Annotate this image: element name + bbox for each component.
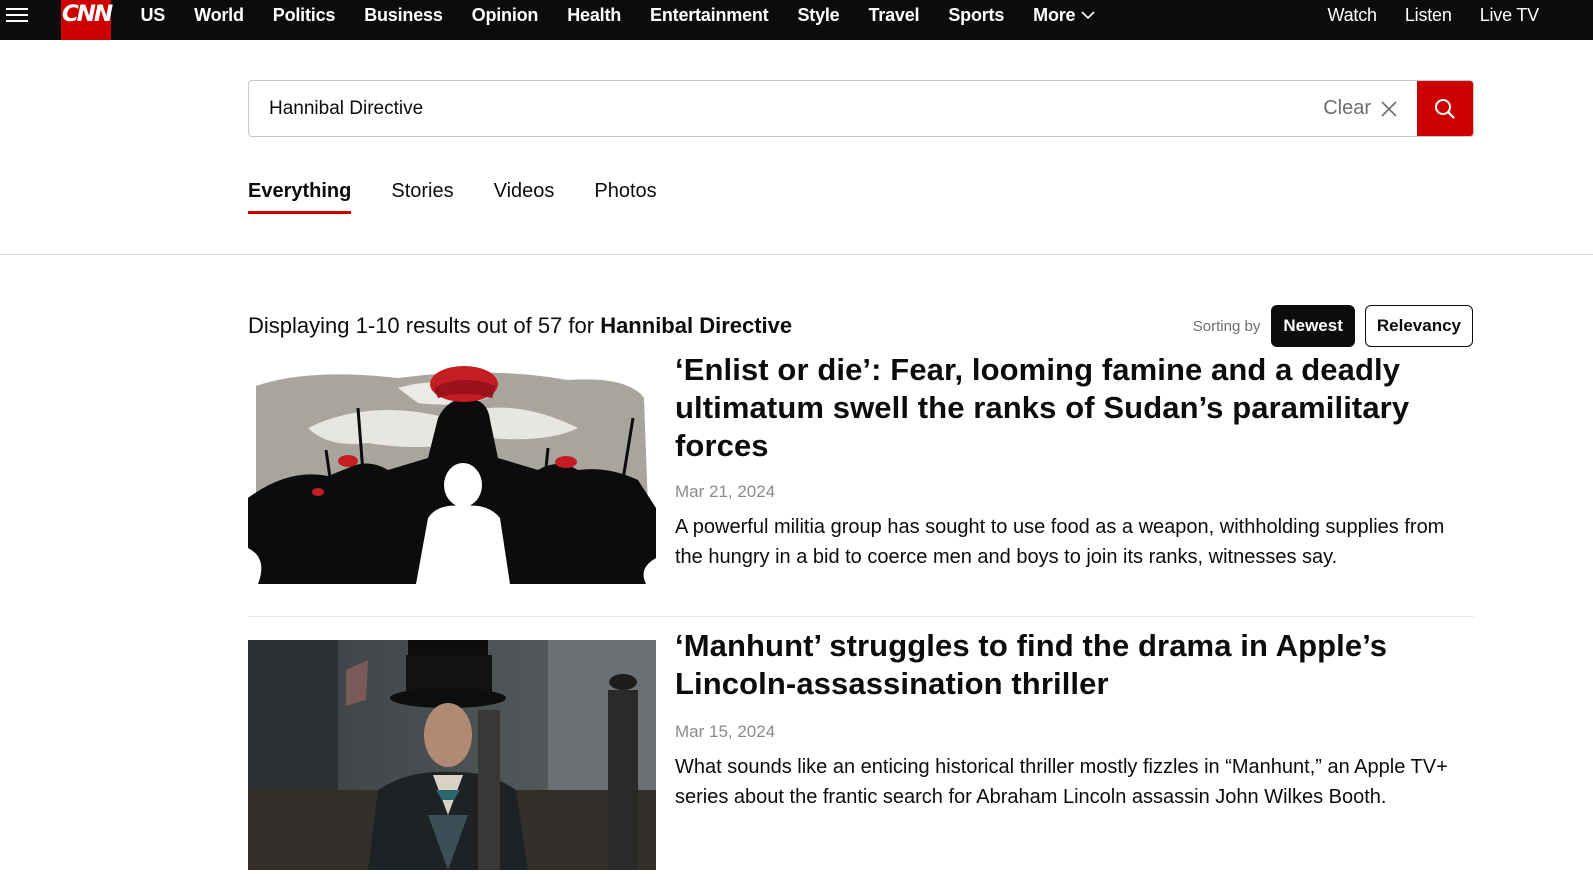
nav-link-sports[interactable]: Sports (934, 5, 1019, 26)
article-description: A powerful militia group has sought to u… (675, 516, 1445, 568)
nav-link-business[interactable]: Business (350, 5, 457, 26)
nav-right: Watch Listen Live TV (1313, 0, 1553, 30)
search-bar: Clear (248, 80, 1474, 137)
search-tabs: Everything Stories Videos Photos (248, 180, 697, 214)
sort-label: Sorting by (1192, 317, 1261, 335)
nav-link-listen[interactable]: Listen (1391, 5, 1466, 26)
manhunt-still (248, 640, 656, 870)
article-date: Mar 15, 2024 (675, 722, 776, 741)
militia-illustration (248, 358, 656, 584)
nav-link-style[interactable]: Style (783, 5, 854, 26)
nav-link-watch[interactable]: Watch (1313, 5, 1390, 26)
tab-stories[interactable]: Stories (391, 180, 453, 214)
chevron-down-icon (1081, 10, 1095, 19)
clear-label: Clear (1323, 97, 1371, 119)
nav-link-entertainment[interactable]: Entertainment (636, 5, 783, 26)
results-summary: Displaying 1-10 results out of 57 for Ha… (248, 313, 792, 339)
logo-text: CNN (61, 2, 112, 27)
sort-relevancy-button[interactable]: Relevancy (1364, 305, 1473, 347)
article-title[interactable]: ‘Enlist or die’: Fear, looming famine an… (675, 351, 1455, 465)
sort-newest-button[interactable]: Newest (1271, 305, 1355, 347)
cnn-logo[interactable]: CNN (61, 0, 113, 40)
tab-videos[interactable]: Videos (494, 180, 555, 214)
nav-link-health[interactable]: Health (553, 5, 636, 26)
clear-button[interactable]: Clear (1323, 81, 1397, 136)
nav-link-live-tv[interactable]: Live TV (1466, 5, 1553, 26)
nav-more-label: More (1033, 4, 1076, 25)
results-query: Hannibal Directive (600, 313, 793, 338)
article-image[interactable] (248, 640, 656, 870)
result-card: ‘Manhunt’ struggles to find the drama in… (248, 628, 1474, 874)
result-divider (248, 616, 1474, 617)
nav-link-us[interactable]: US (126, 5, 180, 26)
nav-link-politics[interactable]: Politics (258, 5, 349, 26)
search-button[interactable] (1417, 81, 1473, 136)
search-icon (1435, 98, 1455, 119)
nav-more-button[interactable]: More (1019, 5, 1110, 26)
tabs-divider (0, 254, 1593, 255)
nav-link-travel[interactable]: Travel (854, 5, 934, 26)
tab-photos[interactable]: Photos (594, 180, 656, 214)
article-title[interactable]: ‘Manhunt’ struggles to find the drama in… (675, 627, 1455, 703)
nav-link-world[interactable]: World (180, 5, 259, 26)
close-icon (1381, 100, 1397, 117)
tab-everything[interactable]: Everything (248, 180, 352, 214)
nav-link-opinion[interactable]: Opinion (457, 5, 553, 26)
sort-controls: Sorting by Newest Relevancy (1193, 305, 1473, 347)
nav-links: US World Politics Business Opinion Healt… (126, 0, 1110, 30)
search-input[interactable] (249, 81, 1269, 136)
top-nav: CNN US World Politics Business Opinion H… (0, 0, 1593, 40)
result-card: ‘Enlist or die’: Fear, looming famine an… (248, 352, 1474, 593)
article-date: Mar 21, 2024 (675, 482, 776, 501)
article-description: What sounds like an enticing historical … (675, 756, 1448, 808)
article-image[interactable] (248, 358, 656, 584)
menu-icon[interactable] (6, 4, 28, 28)
results-prefix: Displaying 1-10 results out of 57 for (248, 313, 601, 338)
